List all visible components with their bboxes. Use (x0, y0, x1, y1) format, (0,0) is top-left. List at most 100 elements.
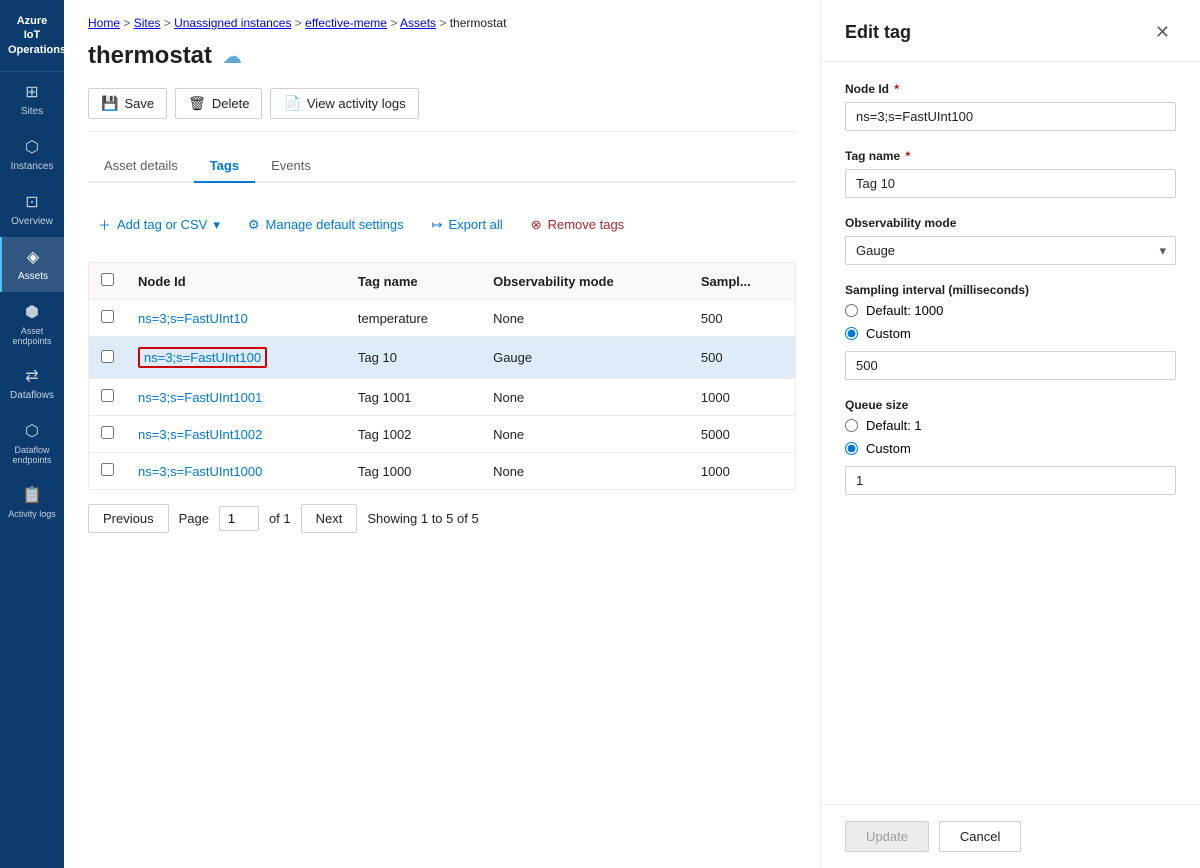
node-id-link[interactable]: ns=3;s=FastUInt1002 (138, 427, 262, 442)
sidebar-item-label: Overview (11, 216, 53, 227)
save-button[interactable]: 💾 Save (88, 88, 167, 119)
sidebar-item-label: Instances (11, 161, 54, 172)
sidebar-item-instances[interactable]: ⬡ Instances (0, 127, 64, 182)
edit-panel-body: Node Id * Tag name * Observability mode … (821, 62, 1200, 804)
tab-asset-details[interactable]: Asset details (88, 150, 194, 183)
app-title: Azure IoT Operations (0, 0, 64, 72)
tag-name-cell: Tag 1001 (346, 379, 481, 416)
node-id-link[interactable]: ns=3;s=FastUInt100 (144, 350, 261, 365)
node-id-link[interactable]: ns=3;s=FastUInt10 (138, 311, 248, 326)
main-content: Home > Sites > Unassigned instances > ef… (64, 0, 820, 868)
tag-name-cell: Tag 1002 (346, 416, 481, 453)
page-title: thermostat (88, 42, 212, 70)
sampling-value-input[interactable] (845, 351, 1176, 380)
observability-select[interactable]: None Gauge Counter Histogram Log (845, 236, 1176, 265)
assets-icon: ◈ (27, 247, 39, 267)
delete-icon: 🗑 (188, 95, 206, 112)
observability-cell: Gauge (481, 337, 689, 379)
tag-name-cell: Tag 1000 (346, 453, 481, 490)
sampling-default-option[interactable]: Default: 1000 (845, 303, 1176, 318)
table-toolbar: ＋ Add tag or CSV ▾ ⚙ Manage default sett… (88, 199, 796, 250)
row-checkbox[interactable] (101, 310, 114, 323)
sidebar-item-dataflows[interactable]: ⇄ Dataflows (0, 356, 64, 411)
row-checkbox[interactable] (101, 389, 114, 402)
remove-tags-button[interactable]: ⊗ Remove tags (521, 211, 635, 239)
close-panel-button[interactable]: ✕ (1149, 20, 1176, 45)
previous-button[interactable]: Previous (88, 504, 169, 533)
manage-settings-button[interactable]: ⚙ Manage default settings (238, 211, 414, 239)
node-id-link[interactable]: ns=3;s=FastUInt1000 (138, 464, 262, 479)
dropdown-chevron-icon: ▾ (213, 217, 220, 233)
breadcrumb-current: thermostat (450, 16, 507, 30)
sidebar-item-activity-logs[interactable]: 📋 Activity logs (0, 475, 64, 529)
observability-group: Observability mode None Gauge Counter Hi… (845, 216, 1176, 265)
tab-tags[interactable]: Tags (194, 150, 255, 183)
row-checkbox[interactable] (101, 463, 114, 476)
queue-custom-option[interactable]: Custom (845, 441, 1176, 456)
edit-panel-header: Edit tag ✕ (821, 0, 1200, 62)
tab-events[interactable]: Events (255, 150, 327, 183)
tags-table: Node Id Tag name Observability mode Samp… (88, 262, 796, 490)
breadcrumb-assets[interactable]: Assets (400, 16, 436, 30)
sidebar-item-assets[interactable]: ◈ Assets (0, 237, 64, 292)
queue-default-option[interactable]: Default: 1 (845, 418, 1176, 433)
node-id-group: Node Id * (845, 82, 1176, 131)
export-icon: ↦ (432, 217, 443, 233)
sampling-label: Sampling interval (milliseconds) (845, 283, 1176, 297)
breadcrumb-effective-meme[interactable]: effective-meme (305, 16, 387, 30)
queue-size-group: Queue size Default: 1 Custom (845, 398, 1176, 495)
sampling-default-radio[interactable] (845, 304, 858, 317)
sidebar-item-sites[interactable]: ⊞ Sites (0, 72, 64, 127)
page-number-input[interactable] (219, 506, 259, 531)
view-activity-button[interactable]: 📄 View activity logs (270, 88, 418, 119)
breadcrumb-sites[interactable]: Sites (134, 16, 161, 30)
node-id-input[interactable] (845, 102, 1176, 131)
sampling-custom-radio[interactable] (845, 327, 858, 340)
tag-name-label: Tag name * (845, 149, 1176, 163)
row-checkbox[interactable] (101, 350, 114, 363)
breadcrumb: Home > Sites > Unassigned instances > ef… (88, 16, 796, 30)
update-button: Update (845, 821, 929, 852)
table-row[interactable]: ns=3;s=FastUInt1001Tag 1001None1000 (89, 379, 795, 416)
sampling-radio-group: Default: 1000 Custom (845, 303, 1176, 341)
sampling-cell: 5000 (689, 416, 795, 453)
tabs: Asset details Tags Events (88, 150, 796, 183)
edit-panel-title: Edit tag (845, 22, 911, 43)
table-row[interactable]: ns=3;s=FastUInt10temperatureNone500 (89, 300, 795, 337)
remove-icon: ⊗ (531, 217, 542, 233)
sidebar-item-label: Assets (18, 271, 48, 282)
sidebar-item-dataflow-endpoints[interactable]: ⬡ Dataflow endpoints (0, 411, 64, 475)
row-checkbox[interactable] (101, 426, 114, 439)
queue-value-input[interactable] (845, 466, 1176, 495)
queue-size-label: Queue size (845, 398, 1176, 412)
sidebar-item-asset-endpoints[interactable]: ⬢ Asset endpoints (0, 292, 64, 356)
add-tag-button[interactable]: ＋ Add tag or CSV ▾ (88, 209, 230, 240)
table-row[interactable]: ns=3;s=FastUInt1002Tag 1002None5000 (89, 416, 795, 453)
breadcrumb-unassigned[interactable]: Unassigned instances (174, 16, 291, 30)
breadcrumb-home[interactable]: Home (88, 16, 120, 30)
table-row[interactable]: ns=3;s=FastUInt100Tag 10Gauge500 (89, 337, 795, 379)
queue-radio-group: Default: 1 Custom (845, 418, 1176, 456)
export-button[interactable]: ↦ Export all (422, 211, 513, 239)
sampling-group: Sampling interval (milliseconds) Default… (845, 283, 1176, 380)
dataflows-icon: ⇄ (25, 366, 38, 386)
node-id-link[interactable]: ns=3;s=FastUInt1001 (138, 390, 262, 405)
tag-name-input[interactable] (845, 169, 1176, 198)
delete-button[interactable]: 🗑 Delete (175, 88, 262, 119)
select-all-checkbox[interactable] (101, 273, 114, 286)
sampling-cell: 1000 (689, 379, 795, 416)
settings-icon: ⚙ (248, 217, 260, 233)
overview-icon: ⊡ (25, 192, 38, 212)
next-button[interactable]: Next (301, 504, 358, 533)
of-label: of 1 (269, 511, 291, 526)
cancel-button[interactable]: Cancel (939, 821, 1021, 852)
observability-cell: None (481, 453, 689, 490)
queue-default-radio[interactable] (845, 419, 858, 432)
page-title-section: thermostat ☁ (88, 42, 796, 70)
sampling-custom-option[interactable]: Custom (845, 326, 1176, 341)
sidebar-item-overview[interactable]: ⊡ Overview (0, 182, 64, 237)
queue-custom-radio[interactable] (845, 442, 858, 455)
table-row[interactable]: ns=3;s=FastUInt1000Tag 1000None1000 (89, 453, 795, 490)
add-icon: ＋ (98, 215, 111, 234)
observability-select-wrapper: None Gauge Counter Histogram Log ▾ (845, 236, 1176, 265)
